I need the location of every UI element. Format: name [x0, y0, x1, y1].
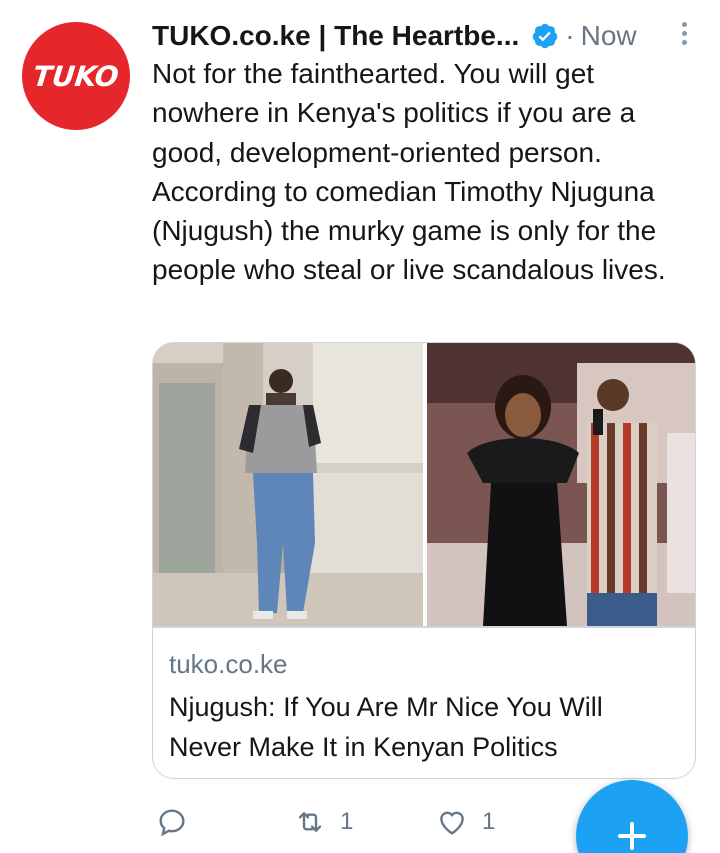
reply-icon — [159, 809, 185, 837]
heart-icon — [440, 811, 464, 835]
card-photo-left — [153, 343, 423, 626]
tweet-actions: 1 1 — [152, 800, 572, 844]
card-title: Njugush: If You Are Mr Nice You Will Nev… — [169, 692, 603, 762]
tweet-header: TUKO.co.ke | The Heartbe... · Now — [152, 14, 697, 58]
timestamp[interactable]: Now — [581, 20, 637, 52]
retweet-button[interactable]: 1 — [294, 806, 353, 838]
retweet-count: 1 — [340, 808, 354, 835]
photo-right-illustration — [427, 343, 695, 626]
retweet-icon — [298, 812, 322, 832]
avatar-logo-text: TUKO — [31, 59, 121, 93]
avatar[interactable]: TUKO — [22, 22, 130, 130]
like-button[interactable]: 1 — [436, 806, 495, 838]
tweet-text: Not for the fainthearted. You will get n… — [152, 58, 666, 286]
plus-icon — [618, 822, 646, 850]
author-name[interactable]: TUKO.co.ke | The Heartbe... — [152, 20, 519, 52]
more-vertical-icon[interactable] — [677, 22, 691, 52]
like-count: 1 — [482, 808, 496, 835]
verified-badge-icon — [533, 23, 558, 49]
card-domain: tuko.co.ke — [169, 649, 288, 679]
compose-tweet-button[interactable] — [576, 780, 688, 853]
card-divider — [153, 626, 695, 628]
reply-button[interactable] — [156, 806, 188, 838]
link-card[interactable]: tuko.co.ke Njugush: If You Are Mr Nice Y… — [152, 342, 696, 779]
separator-dot: · — [565, 20, 575, 51]
photo-left-illustration — [153, 343, 423, 626]
card-images — [153, 343, 695, 626]
card-photo-right — [427, 343, 695, 626]
